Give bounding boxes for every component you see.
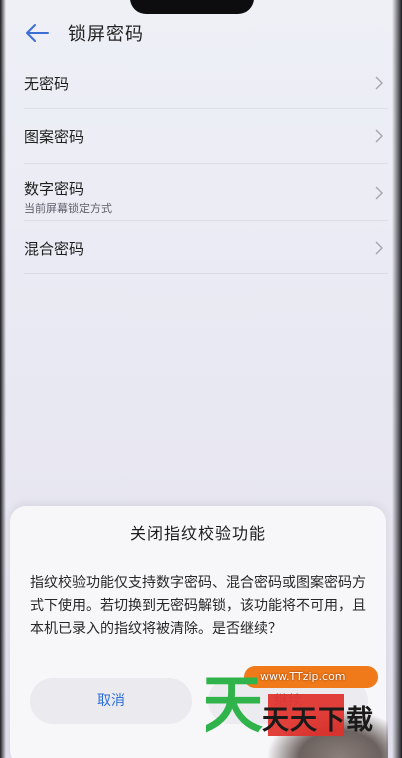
lock-method-list: 无密码 图案密码 数字密码 当前屏幕锁定方式 混合密码 xyxy=(0,56,402,274)
list-item-label: 无密码 xyxy=(24,75,70,93)
phone-screen: 锁屏密码 无密码 图案密码 数字密码 当前屏幕锁定方式 混合密码 关闭指纹校验功… xyxy=(0,0,402,758)
watermark-text: 天天下载 xyxy=(262,705,374,736)
current-method-note: 当前屏幕锁定方式 xyxy=(24,202,112,215)
back-button[interactable] xyxy=(24,22,50,44)
dialog-title: 关闭指纹校验功能 xyxy=(129,524,266,543)
cancel-button[interactable]: 取消 xyxy=(30,678,192,724)
chevron-right-icon xyxy=(375,241,383,255)
list-item-mixed-password[interactable]: 混合密码 xyxy=(24,221,388,274)
arrow-left-icon xyxy=(26,24,49,42)
watermark-url: www.TTzip.com xyxy=(260,670,346,683)
list-item-label: 图案密码 xyxy=(24,128,85,146)
list-item-label: 混合密码 xyxy=(24,240,85,258)
page-title: 锁屏密码 xyxy=(68,24,144,45)
svg-text:天: 天 xyxy=(206,668,263,741)
watermark: 天 www.TTzip.com 天天下载 xyxy=(206,662,386,754)
list-item-no-password[interactable]: 无密码 xyxy=(24,56,388,109)
chevron-right-icon xyxy=(375,129,383,143)
list-item-label: 数字密码 xyxy=(24,180,85,198)
list-item-pattern-password[interactable]: 图案密码 xyxy=(24,109,388,164)
chevron-right-icon xyxy=(375,76,383,90)
dialog-message: 指纹校验功能仅支持数字密码、混合密码或图案密码方式下使用。若切换到无密码解锁，该… xyxy=(30,575,366,637)
watermark-logo-char: 天 xyxy=(206,668,263,741)
list-item-pin-password[interactable]: 数字密码 当前屏幕锁定方式 xyxy=(24,164,388,221)
app-header: 锁屏密码 xyxy=(0,12,402,56)
chevron-right-icon xyxy=(375,186,383,200)
